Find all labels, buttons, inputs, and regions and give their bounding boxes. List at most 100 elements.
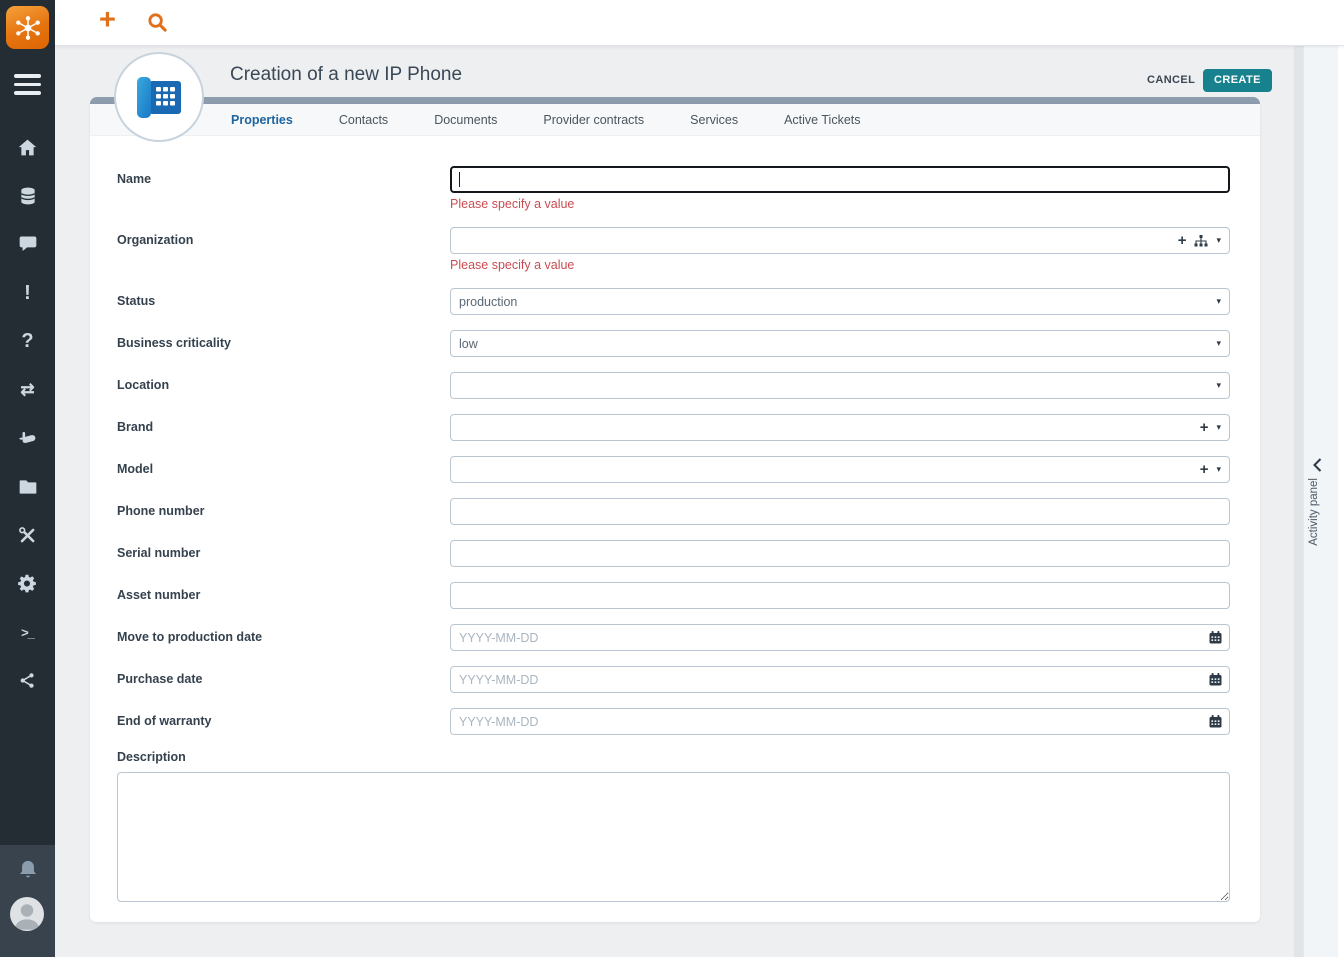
end-of-warranty-label: End of warranty (117, 708, 450, 735)
asset-number-input[interactable] (450, 582, 1230, 609)
database-icon (18, 186, 38, 206)
sidebar-item-alerts[interactable]: ! (0, 281, 55, 305)
business-criticality-value: low (459, 337, 478, 351)
tab-documents[interactable]: Documents (434, 113, 497, 127)
phone-number-input[interactable] (450, 498, 1230, 525)
tab-bar: Properties Contacts Documents Provider c… (90, 104, 1260, 136)
name-input[interactable] (450, 166, 1230, 193)
calendar-icon[interactable] (1209, 631, 1222, 644)
chevron-down-icon[interactable]: ▾ (1216, 422, 1221, 433)
serial-number-label: Serial number (117, 540, 450, 567)
object-header-bar (90, 97, 1260, 104)
notifications-button[interactable] (17, 859, 39, 888)
calendar-icon[interactable] (1209, 715, 1222, 728)
organization-input[interactable]: + ▾ (450, 227, 1230, 254)
form-row-organization: Organization + ▾ Please specify a value (117, 227, 1230, 273)
activity-panel-label: Activity panel (1308, 478, 1320, 546)
quick-create-button[interactable]: + (99, 4, 116, 37)
model-label: Model (117, 456, 450, 483)
chevron-left-icon[interactable] (1312, 457, 1323, 478)
name-error: Please specify a value (450, 196, 1230, 212)
text-cursor (459, 172, 460, 187)
tab-contacts[interactable]: Contacts (339, 113, 388, 127)
business-criticality-label: Business criticality (117, 330, 450, 357)
exclamation-icon: ! (24, 283, 31, 303)
end-of-warranty-input[interactable] (450, 708, 1230, 735)
hand-icon (17, 428, 38, 449)
sidebar-item-share[interactable] (0, 669, 55, 693)
purchase-date-input[interactable] (450, 666, 1230, 693)
name-label: Name (117, 166, 450, 212)
sidebar-item-help[interactable]: ? (0, 329, 55, 353)
cancel-button[interactable]: CANCEL (1147, 74, 1195, 86)
tab-services[interactable]: Services (690, 113, 738, 127)
serial-number-input[interactable] (450, 540, 1230, 567)
sidebar-item-exchange[interactable]: ⇄ (0, 378, 55, 402)
business-criticality-select[interactable]: low ▾ (450, 330, 1230, 357)
chevron-down-icon[interactable]: ▾ (1216, 380, 1221, 391)
activity-panel-edge (1338, 45, 1344, 957)
chevron-down-icon[interactable]: ▾ (1216, 464, 1221, 475)
person-icon (10, 897, 44, 931)
chevron-down-icon[interactable]: ▾ (1216, 296, 1221, 307)
add-brand-icon[interactable]: + (1200, 420, 1209, 435)
brand-select[interactable]: + ▾ (450, 414, 1230, 441)
form-row-phone-number: Phone number (117, 498, 1230, 525)
sidebar-nav: ! ? ⇄ (0, 135, 55, 717)
terminal-icon: >_ (21, 626, 34, 639)
hierarchy-icon[interactable] (1194, 235, 1208, 247)
itop-logo-icon (14, 14, 42, 42)
sidebar-item-console[interactable]: >_ (0, 620, 55, 644)
sidebar-item-documents[interactable] (0, 475, 55, 499)
brand-label: Brand (117, 414, 450, 441)
form-row-name: Name Please specify a value (117, 166, 1230, 212)
create-button[interactable]: CREATE (1203, 69, 1272, 92)
home-icon (17, 137, 38, 158)
sidebar-item-data[interactable] (0, 184, 55, 208)
tab-active-tickets[interactable]: Active Tickets (784, 113, 860, 127)
status-label: Status (117, 288, 450, 315)
tools-icon (17, 525, 38, 546)
form-row-end-of-warranty: End of warranty (117, 708, 1230, 735)
folder-icon (18, 477, 38, 497)
ip-phone-icon (136, 77, 182, 118)
gear-icon (17, 573, 38, 594)
add-organization-icon[interactable]: + (1178, 233, 1187, 248)
description-textarea[interactable] (117, 772, 1230, 902)
menu-icon[interactable] (14, 74, 41, 100)
sidebar-item-chat[interactable] (0, 232, 55, 256)
phone-number-label: Phone number (117, 498, 450, 525)
sidebar-user-section (0, 845, 55, 957)
app-logo[interactable] (6, 6, 49, 49)
model-select[interactable]: + ▾ (450, 456, 1230, 483)
page-scrollbar[interactable] (1294, 45, 1303, 957)
exchange-arrows-icon: ⇄ (20, 381, 34, 398)
tab-provider-contracts[interactable]: Provider contracts (543, 113, 644, 127)
form-row-business-criticality: Business criticality low ▾ (117, 330, 1230, 357)
sidebar-item-operations[interactable] (0, 426, 55, 450)
chevron-down-icon[interactable]: ▾ (1216, 235, 1221, 246)
organization-label: Organization (117, 227, 450, 273)
form-row-purchase-date: Purchase date (117, 666, 1230, 693)
user-avatar[interactable] (10, 897, 44, 931)
global-search-button[interactable] (147, 12, 168, 38)
tab-properties[interactable]: Properties (231, 113, 293, 127)
asset-number-label: Asset number (117, 582, 450, 609)
form-row-location: Location ▾ (117, 372, 1230, 399)
chevron-down-icon[interactable]: ▾ (1216, 338, 1221, 349)
sidebar: ! ? ⇄ (0, 0, 55, 957)
object-class-medallion (114, 52, 204, 142)
sidebar-item-admin-tools[interactable] (0, 523, 55, 547)
location-select[interactable]: ▾ (450, 372, 1230, 399)
sidebar-item-home[interactable] (0, 135, 55, 159)
status-select[interactable]: production ▾ (450, 288, 1230, 315)
move-to-production-date-input[interactable] (450, 624, 1230, 651)
calendar-icon[interactable] (1209, 673, 1222, 686)
chat-icon (18, 234, 38, 254)
form-row-status: Status production ▾ (117, 288, 1230, 315)
purchase-date-label: Purchase date (117, 666, 450, 693)
activity-panel-collapsed[interactable]: Activity panel (1303, 45, 1344, 957)
description-label: Description (117, 750, 1230, 764)
add-model-icon[interactable]: + (1200, 462, 1209, 477)
sidebar-item-settings[interactable] (0, 572, 55, 596)
